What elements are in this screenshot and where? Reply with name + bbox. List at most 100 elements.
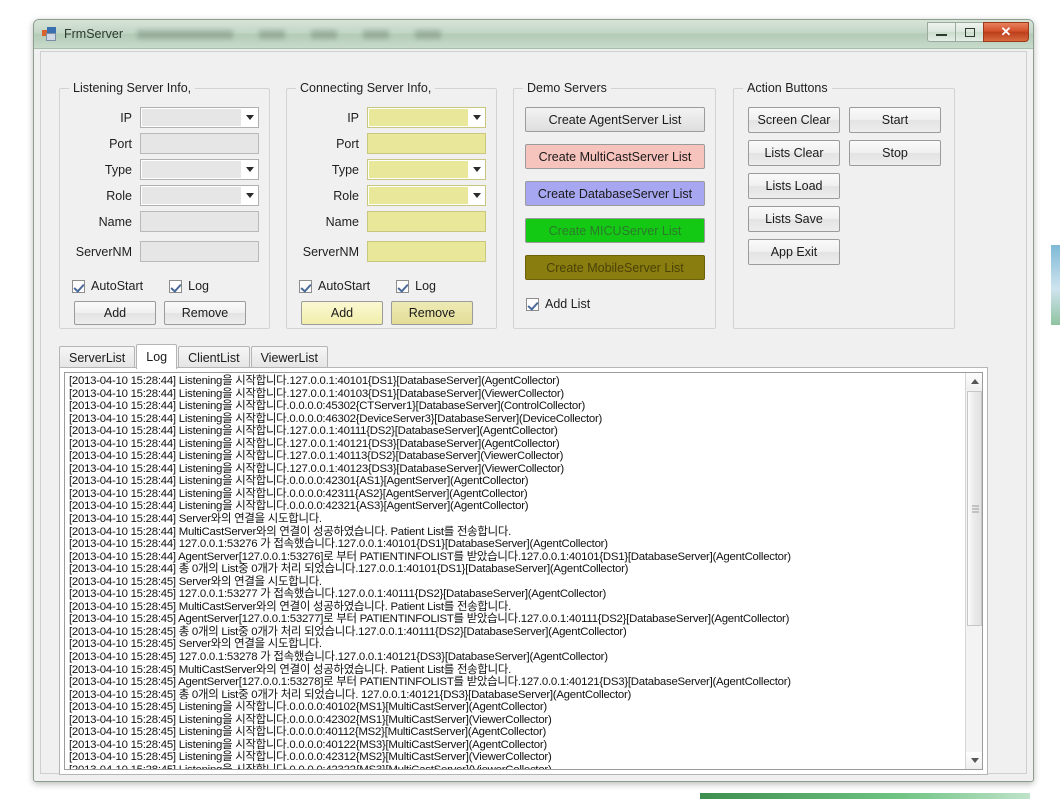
- tab-serverlist[interactable]: ServerList: [59, 346, 136, 368]
- desktop-background: FrmServer ✕ Listening Server Info, IP Por…: [0, 0, 1060, 799]
- demo-group-title: Demo Servers: [523, 81, 611, 95]
- chevron-down-icon[interactable]: [242, 108, 258, 127]
- connecting-row-servernm: ServerNM: [295, 241, 486, 262]
- listening-input-port[interactable]: [140, 133, 259, 154]
- app-exit-button[interactable]: App Exit: [748, 239, 840, 265]
- demo-servers-group: Demo Servers Create AgentServer List Crea…: [513, 81, 716, 329]
- listening-remove-button[interactable]: Remove: [164, 301, 246, 325]
- create-agent-server-list-button[interactable]: Create AgentServer List: [525, 107, 705, 132]
- connecting-add-button[interactable]: Add: [301, 301, 383, 325]
- log-line: [2013-04-10 15:28:45] 127.0.0.1:53277 가 …: [69, 588, 607, 601]
- chevron-down-icon[interactable]: [242, 160, 258, 179]
- connecting-remove-button[interactable]: Remove: [391, 301, 473, 325]
- listening-checkbox-autostart[interactable]: AutoStart: [91, 279, 143, 293]
- checkbox-icon[interactable]: [396, 279, 410, 293]
- log-textbox[interactable]: [2013-04-10 15:28:44] Listening을 시작합니다.1…: [64, 372, 983, 770]
- log-line: [2013-04-10 15:28:45] Server와의 연결을 시도합니다…: [69, 638, 322, 651]
- minimize-button[interactable]: [927, 22, 956, 42]
- connecting-checkbox-log[interactable]: Log: [415, 279, 436, 293]
- action-group-title: Action Buttons: [743, 81, 832, 95]
- connecting-options: AutoStart Log: [299, 279, 486, 293]
- frmserver-window: FrmServer ✕ Listening Server Info, IP Por…: [33, 19, 1034, 782]
- lists-load-button[interactable]: Lists Load: [748, 173, 840, 199]
- listening-label-servernm: ServerNM: [75, 244, 132, 259]
- blurred-text-segment: [259, 29, 286, 39]
- create-database-server-list-button[interactable]: Create DatabaseServer List: [525, 181, 705, 206]
- connecting-input-name[interactable]: [367, 211, 486, 232]
- lists-save-button[interactable]: Lists Save: [748, 206, 840, 232]
- create-mobile-server-list-button[interactable]: Create MobileServer List: [525, 255, 705, 280]
- start-button[interactable]: Start: [849, 107, 941, 133]
- listening-combo-ip[interactable]: [140, 107, 259, 128]
- chevron-down-icon[interactable]: [242, 186, 258, 205]
- connecting-input-port[interactable]: [367, 133, 486, 154]
- listening-label-ip: IP: [120, 110, 132, 125]
- connecting-row-ip: IP: [295, 107, 486, 128]
- listening-label-role: Role: [106, 188, 132, 203]
- maximize-button[interactable]: [955, 22, 984, 42]
- combo-value: [142, 109, 241, 126]
- checkbox-icon[interactable]: [72, 279, 85, 293]
- checkbox-icon: [526, 297, 539, 311]
- scroll-down-arrow-icon[interactable]: [966, 752, 982, 769]
- connecting-group-title: Connecting Server Info,: [296, 81, 436, 95]
- add-list-checkbox[interactable]: Add List: [526, 297, 705, 311]
- blurred-text-segment: [415, 29, 442, 39]
- connecting-combo-role[interactable]: [367, 185, 486, 206]
- tab-viewerlist[interactable]: ViewerList: [250, 346, 328, 368]
- log-text-content: [2013-04-10 15:28:44] Listening을 시작합니다.1…: [65, 373, 965, 769]
- log-vertical-scrollbar[interactable]: [965, 373, 982, 769]
- log-line: [2013-04-10 15:28:44] Listening을 시작합니다.1…: [69, 387, 564, 400]
- client-area: Listening Server Info, IP Port Type Role Nam…: [40, 51, 1027, 775]
- log-line: [2013-04-10 15:28:45] Listening을 시작합니다.0…: [69, 713, 552, 726]
- connecting-combo-ip[interactable]: [367, 107, 486, 128]
- connecting-combo-type[interactable]: [367, 159, 486, 180]
- combo-value: [369, 161, 468, 178]
- log-line: [2013-04-10 15:28:45] 총 0개의 List중 0개가 처리…: [69, 688, 632, 701]
- scroll-up-arrow-icon[interactable]: [966, 373, 982, 390]
- listening-combo-type[interactable]: [140, 159, 259, 180]
- tab-clientlist[interactable]: ClientList: [178, 346, 250, 368]
- combo-value: [369, 109, 468, 126]
- connecting-row-type: Type: [295, 159, 486, 180]
- log-line: [2013-04-10 15:28:44] Listening을 시작합니다.0…: [69, 475, 529, 488]
- lists-clear-button[interactable]: Lists Clear: [748, 140, 840, 166]
- log-line: [2013-04-10 15:28:44] Listening을 시작합니다.1…: [69, 462, 564, 475]
- chevron-down-icon[interactable]: [469, 160, 485, 179]
- title-bar[interactable]: FrmServer ✕: [34, 20, 1033, 49]
- listening-row-servernm: ServerNM: [68, 241, 259, 262]
- connecting-checkbox-autostart[interactable]: AutoStart: [318, 279, 370, 293]
- connecting-input-servernm[interactable]: [367, 241, 486, 262]
- tab-log[interactable]: Log: [136, 344, 178, 369]
- combo-value: [369, 187, 468, 204]
- log-line: [2013-04-10 15:28:45] Listening을 시작합니다.0…: [69, 738, 547, 751]
- log-line: [2013-04-10 15:28:45] AgentServer[127.0.…: [69, 676, 791, 689]
- create-micu-server-list-button[interactable]: Create MICUServer List: [525, 218, 705, 243]
- listening-input-name[interactable]: [140, 211, 259, 232]
- connecting-row-port: Port: [295, 133, 486, 154]
- listening-checkbox-log[interactable]: Log: [188, 279, 209, 293]
- log-line: [2013-04-10 15:28:44] 총 0개의 List중 0개가 처리…: [69, 563, 629, 576]
- listening-row-type: Type: [68, 159, 259, 180]
- listening-add-button[interactable]: Add: [74, 301, 156, 325]
- screen-clear-button[interactable]: Screen Clear: [748, 107, 840, 133]
- log-line: [2013-04-10 15:28:45] MultiCastServer와의 …: [69, 600, 512, 613]
- chevron-down-icon[interactable]: [469, 108, 485, 127]
- tab-strip: ServerList Log ClientList ViewerList: [59, 344, 988, 369]
- scrollbar-thumb[interactable]: [967, 391, 982, 626]
- connecting-row-name: Name: [295, 211, 486, 232]
- log-line: [2013-04-10 15:28:44] Listening을 시작합니다.1…: [69, 425, 558, 438]
- listening-combo-role[interactable]: [140, 185, 259, 206]
- close-button[interactable]: ✕: [983, 22, 1029, 42]
- create-multicast-server-list-button[interactable]: Create MultiCastServer List: [525, 144, 705, 169]
- checkbox-icon[interactable]: [169, 279, 183, 293]
- log-line: [2013-04-10 15:28:44] Server와의 연결을 시도합니다…: [69, 513, 322, 526]
- scrollbar-grip-icon: [972, 503, 979, 514]
- listening-input-servernm[interactable]: [140, 241, 259, 262]
- chevron-down-icon[interactable]: [469, 186, 485, 205]
- stop-button[interactable]: Stop: [849, 140, 941, 166]
- log-line: [2013-04-10 15:28:44] AgentServer[127.0.…: [69, 550, 791, 563]
- checkbox-icon[interactable]: [299, 279, 312, 293]
- action-buttons-group: Action Buttons Screen Clear Start Lists Cl…: [733, 81, 955, 329]
- listening-row-port: Port: [68, 133, 259, 154]
